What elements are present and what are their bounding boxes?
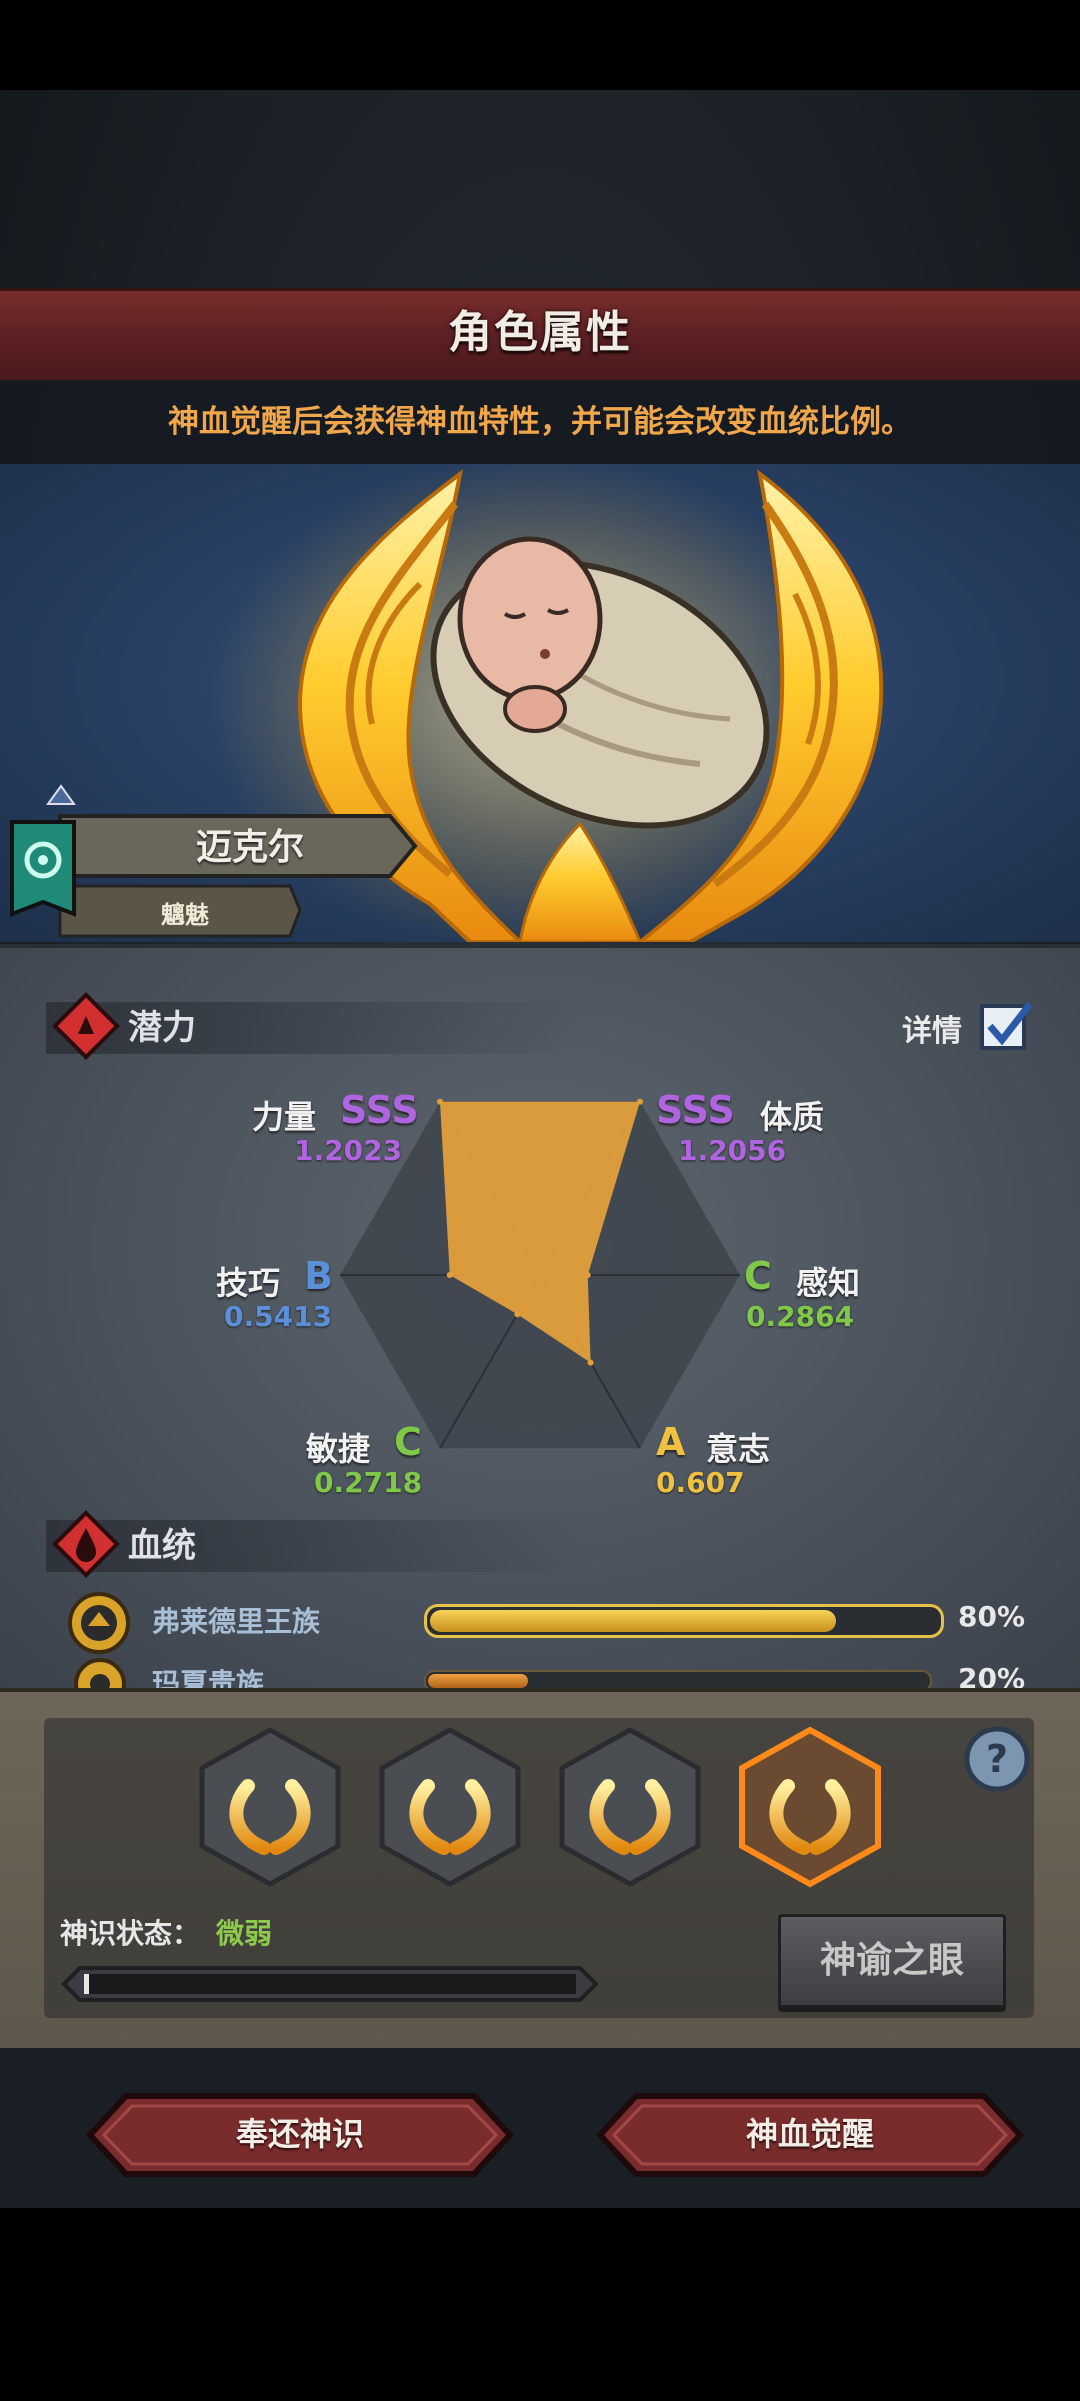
svg-text:?: ? <box>986 1737 1008 1781</box>
radar-point-1 <box>637 1098 643 1105</box>
divine-slot-2[interactable] <box>379 1727 521 1887</box>
blood-drop-icon <box>52 1510 120 1578</box>
question-icon[interactable]: ? <box>962 1724 1032 1794</box>
bloodline-bar-fill-1 <box>430 1610 836 1632</box>
stat-label-constitution: 体质 <box>760 1098 825 1136</box>
potential-icon <box>52 992 120 1060</box>
stat-grade-skill: B <box>304 1254 333 1298</box>
stat-grade-perception: C <box>744 1254 772 1298</box>
royal-crest-icon <box>68 1592 130 1654</box>
radar-point-2 <box>584 1272 591 1278</box>
page-title: 角色属性 <box>448 307 632 358</box>
bloodline-bar-fill-2 <box>428 1674 528 1688</box>
stat-value-strength: 1.2023 <box>294 1134 403 1167</box>
rank-icon <box>46 784 76 805</box>
stat-label-agility: 敏捷 <box>306 1430 371 1468</box>
stat-grade-agility: C <box>394 1420 422 1464</box>
divine-status-label: 神识状态： <box>60 1917 201 1950</box>
page-subtitle: 神血觉醒后会获得神血特性，并可能会改变血统比例。 <box>168 404 912 440</box>
detail-label: 详情 <box>902 1014 962 1049</box>
potential-header <box>46 1002 586 1054</box>
bloodline-percent-1: 80% <box>958 1600 1026 1633</box>
stat-value-perception: 0.2864 <box>746 1300 855 1333</box>
stat-grade-will: A <box>656 1420 686 1464</box>
stat-label-will: 意志 <box>706 1430 771 1468</box>
stat-value-will: 0.607 <box>656 1466 745 1499</box>
potential-radar-chart <box>340 1098 740 1449</box>
return-consciousness-label: 奉还神识 <box>235 2115 364 2153</box>
bloodline-bar-1 <box>424 1604 944 1638</box>
divine-status-value: 微弱 <box>216 1917 273 1950</box>
divine-slot-4-selected[interactable] <box>739 1726 881 1888</box>
divine-slot-3[interactable] <box>559 1727 701 1887</box>
stat-grade-strength: SSS <box>340 1088 419 1132</box>
detail-checkbox[interactable] <box>978 998 1034 1054</box>
bloodline-title: 血统 <box>128 1526 196 1566</box>
bloodline-name-1: 弗莱德里王族 <box>152 1605 321 1638</box>
radar-point-0 <box>437 1098 443 1105</box>
faction-banner-icon <box>10 820 76 917</box>
stat-value-agility: 0.2718 <box>314 1466 423 1499</box>
stat-grade-constitution: SSS <box>656 1088 735 1132</box>
divine-awaken-label: 神血觉醒 <box>745 2115 874 2153</box>
stat-label-skill: 技巧 <box>216 1264 281 1302</box>
stat-value-skill: 0.5413 <box>224 1300 333 1333</box>
radar-point-3 <box>587 1359 594 1366</box>
stat-value-constitution: 1.2056 <box>678 1134 787 1167</box>
stat-label-perception: 感知 <box>796 1264 861 1302</box>
bloodline-header <box>46 1520 586 1572</box>
divine-slots <box>199 1726 881 1888</box>
potential-title: 潜力 <box>128 1008 196 1048</box>
stat-label-strength: 力量 <box>252 1098 317 1136</box>
radar-point-5 <box>446 1272 453 1278</box>
divine-progress-bar <box>61 1966 599 2002</box>
character-name: 迈克尔 <box>195 827 304 868</box>
radar-point-4 <box>514 1311 521 1318</box>
oracle-eye-button[interactable]: 神谕之眼 <box>778 1914 1006 2008</box>
divine-slot-1[interactable] <box>199 1727 341 1887</box>
character-title: 魑魅 <box>161 901 209 929</box>
